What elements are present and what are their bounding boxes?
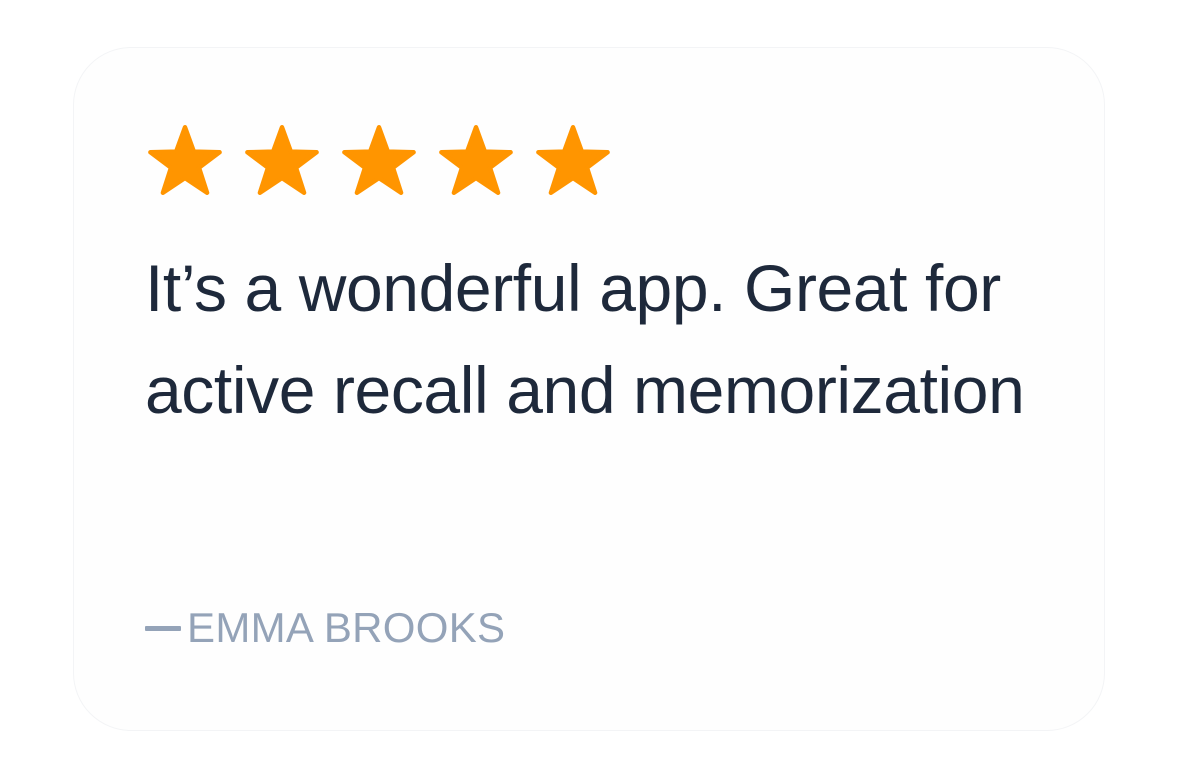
author-name: EMMA BROOKS (187, 604, 506, 651)
star-icon (536, 125, 610, 195)
star-rating (148, 125, 610, 195)
star-icon (439, 125, 513, 195)
star-icon (245, 125, 319, 195)
review-author: EMMA BROOKS (145, 604, 505, 652)
star-icon (342, 125, 416, 195)
author-dash (145, 625, 181, 631)
star-icon (148, 125, 222, 195)
review-quote: It’s a wonderful app. Great for active r… (145, 251, 1025, 427)
